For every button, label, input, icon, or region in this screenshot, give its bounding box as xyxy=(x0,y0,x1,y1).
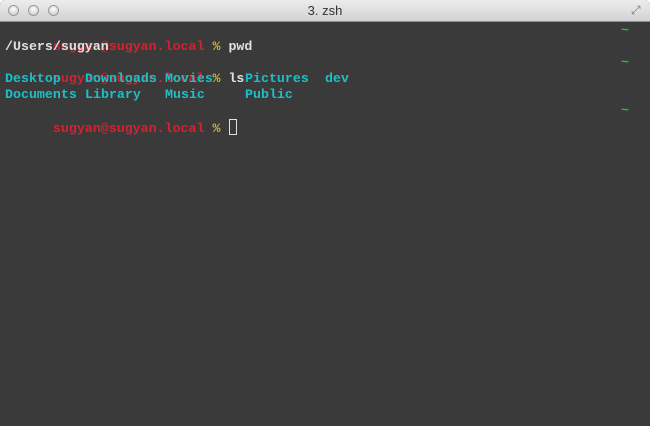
output-text: /Users/sugyan xyxy=(5,39,109,54)
directory-entry: Pictures xyxy=(245,71,309,86)
fullscreen-icon[interactable]: ⤢ xyxy=(631,4,644,17)
prompt-symbol: % xyxy=(212,121,221,136)
right-prompt: ~ xyxy=(621,55,629,70)
directory-entry: Public xyxy=(245,87,293,102)
output-line: /Users/sugyan xyxy=(5,39,650,55)
ls-row: Desktop Downloads Movies Pictures dev xyxy=(5,71,650,87)
prompt-line: sugyan@sugyan.local % pwd ~ xyxy=(5,23,650,54)
prompt-line: sugyan@sugyan.local % ls ~ xyxy=(5,55,650,86)
terminal-content[interactable]: sugyan@sugyan.local % pwd ~ /Users/sugya… xyxy=(5,23,650,136)
window-title: 3. zsh xyxy=(307,3,343,18)
directory-entry: Documents xyxy=(5,87,77,102)
title-bar[interactable]: 3. zsh ⤢ xyxy=(0,0,650,22)
directory-entry: Library xyxy=(85,87,141,102)
right-prompt: ~ xyxy=(621,23,629,38)
ls-row: Documents Library Music Public xyxy=(5,87,650,103)
right-prompt: ~ xyxy=(621,103,629,118)
directory-entry: Desktop xyxy=(5,71,61,86)
prompt-user: sugyan@sugyan.local xyxy=(52,121,205,136)
prompt-line: sugyan@sugyan.local % ~ xyxy=(5,103,650,136)
cursor xyxy=(229,119,238,135)
directory-entry: Music xyxy=(165,87,205,102)
directory-entry: Movies xyxy=(165,71,213,86)
terminal-window: 3. zsh ⤢ sugyan@sugyan.local % pwd ~ /Us… xyxy=(0,0,650,426)
directory-entry: dev xyxy=(325,71,349,86)
directory-entry: Downloads xyxy=(85,71,157,86)
